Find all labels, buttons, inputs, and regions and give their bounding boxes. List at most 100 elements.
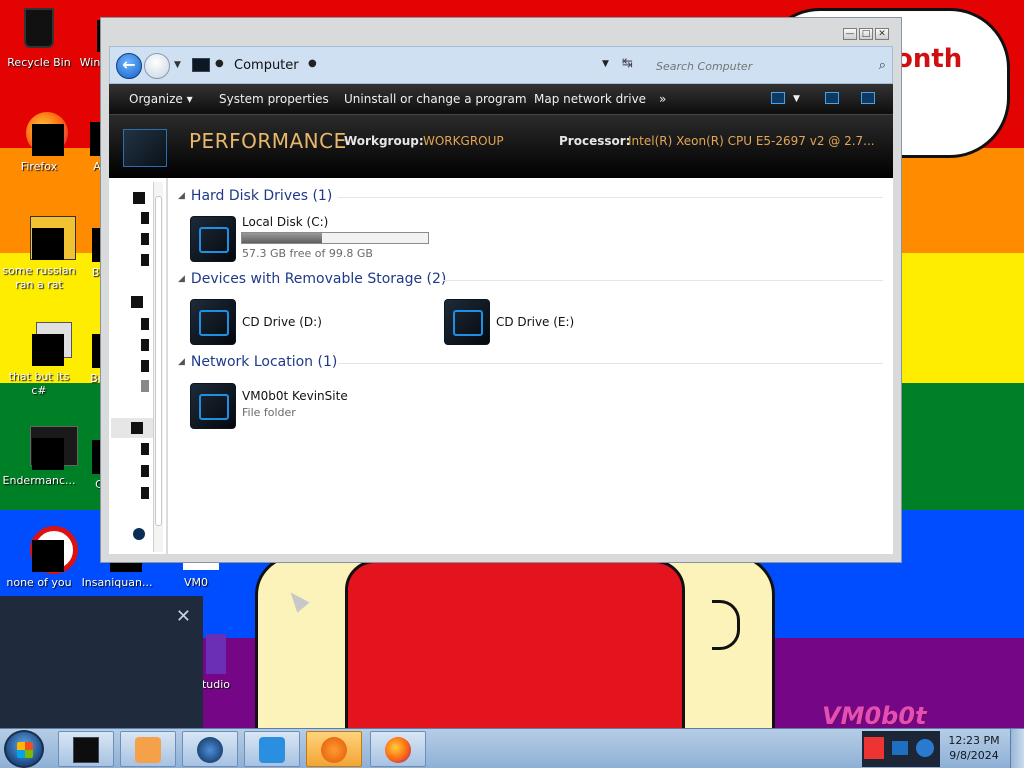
nav-item-icon[interactable] (141, 318, 149, 330)
tray-app-icon[interactable] (864, 737, 884, 759)
notification-close-button[interactable]: ✕ (176, 606, 191, 627)
group-header-network-location[interactable]: ◢ Network Location (1) (178, 354, 337, 370)
change-view-icon[interactable] (771, 92, 785, 104)
nav-item-icon[interactable] (141, 487, 149, 499)
desktop-icon-label: Endermanc... (2, 474, 76, 487)
collapse-arrow-icon[interactable]: ◢ (178, 274, 185, 284)
organize-button[interactable]: Organize ▾ (119, 84, 203, 114)
nav-item-icon[interactable] (141, 233, 149, 245)
navigation-pane (109, 178, 167, 554)
desktop-icon-recycle-bin[interactable]: Recycle Bin (0, 6, 78, 70)
taskbar-avast[interactable] (306, 731, 362, 767)
nav-item-computer-selected[interactable] (111, 418, 153, 438)
breadcrumb-computer[interactable]: Computer (234, 58, 299, 73)
group-header-label: Devices with Removable Storage (2) (190, 271, 447, 287)
clock[interactable]: 12:23 PM 9/8/2024 (942, 733, 1006, 763)
processor-label: Processor: (559, 134, 631, 148)
address-dropdown-chevron-icon[interactable]: ▼ (602, 59, 609, 69)
computer-icon (131, 422, 143, 434)
cd-drive-icon (444, 299, 490, 345)
drive-name[interactable]: Local Disk (C:) (242, 215, 328, 229)
group-header-hard-disk-drives[interactable]: ◢ Hard Disk Drives (1) (178, 188, 332, 204)
preview-pane-icon[interactable] (825, 92, 839, 104)
back-button[interactable]: ← (116, 53, 142, 79)
title-bar[interactable]: — □ ✕ (101, 18, 901, 46)
nav-item-icon[interactable] (141, 254, 149, 266)
volume-tray-icon[interactable] (916, 739, 934, 757)
uninstall-program-button[interactable]: Uninstall or change a program (334, 84, 537, 114)
group-header-label: Hard Disk Drives (1) (190, 188, 333, 204)
system-properties-button[interactable]: System properties (209, 84, 339, 114)
file-list: ◢ Hard Disk Drives (1) Local Disk (C:) 57… (168, 178, 893, 554)
cd-drive-icon (190, 299, 236, 345)
visual-studio-icon (206, 634, 226, 674)
nav-item-icon[interactable] (141, 212, 149, 224)
nav-item-icon[interactable] (141, 465, 149, 477)
taskbar-explorer[interactable] (58, 731, 114, 767)
maximize-button[interactable]: □ (859, 28, 873, 40)
refresh-icon[interactable]: ↹ (622, 56, 633, 71)
network-location-name[interactable]: VM0b0t KevinSite (242, 389, 348, 403)
show-desktop-button[interactable] (1010, 729, 1024, 768)
map-network-drive-button[interactable]: Map network drive (524, 84, 656, 114)
media-player-icon (135, 737, 161, 763)
computer-name: PERFORMANCE (189, 129, 347, 153)
search-input[interactable] (656, 56, 866, 76)
favorites-icon[interactable] (133, 192, 145, 204)
drive-name[interactable]: CD Drive (E:) (496, 315, 574, 329)
network-icon[interactable] (133, 528, 145, 540)
desktop-icon-enderman[interactable]: Endermanc... (0, 424, 78, 488)
taskbar-globe[interactable] (182, 731, 238, 767)
recycle-bin-icon (16, 6, 62, 52)
search-icon[interactable]: ⌕ (879, 58, 886, 73)
desktop-icon-label: Insaniquan... (81, 576, 153, 589)
close-button[interactable]: ✕ (875, 28, 889, 40)
taskbar-search-app[interactable] (244, 731, 300, 767)
none-of-you-icon (16, 526, 78, 574)
more-commands-button[interactable]: » (649, 84, 676, 114)
group-divider (338, 197, 883, 198)
forward-button[interactable] (144, 53, 170, 79)
nav-item-icon[interactable] (141, 339, 149, 351)
view-options-chevron-icon[interactable]: ▼ (787, 84, 806, 114)
explorer-icon (73, 737, 99, 763)
computer-icon (123, 129, 167, 167)
desktop-icon-csharp[interactable]: that but its c# (0, 320, 78, 398)
desktop-icon-firefox[interactable]: Firefox (0, 110, 78, 174)
firefox-icon (385, 737, 411, 763)
drive-name[interactable]: CD Drive (D:) (242, 315, 322, 329)
disk-usage-bar (241, 232, 429, 244)
computer-icon (192, 58, 210, 72)
speech-bubble-text: onth (895, 44, 963, 74)
magnifier-icon (259, 737, 285, 763)
desktop-icon-none-of-you[interactable]: none of you (0, 526, 78, 590)
breadcrumb-separator-icon[interactable]: ● (308, 58, 317, 69)
network-tray-icon[interactable] (892, 741, 908, 755)
scrollbar-thumb[interactable] (155, 196, 162, 526)
search-box: ⌕ (650, 53, 890, 79)
clock-date: 9/8/2024 (949, 749, 999, 762)
nav-pane-scrollbar[interactable] (153, 182, 163, 552)
disk-usage-fill (242, 233, 322, 243)
help-icon[interactable] (861, 92, 875, 104)
desktop-icon-russian-rat[interactable]: some russian ran a rat (0, 214, 78, 292)
collapse-arrow-icon[interactable]: ◢ (178, 191, 185, 201)
libraries-icon[interactable] (131, 296, 143, 308)
network-folder-icon (190, 383, 236, 429)
taskbar-firefox[interactable] (370, 731, 426, 767)
group-header-removable-storage[interactable]: ◢ Devices with Removable Storage (2) (178, 271, 446, 287)
start-button[interactable] (4, 730, 44, 768)
hard-drive-icon (190, 216, 236, 262)
system-tray (862, 731, 940, 767)
taskbar-media-player[interactable] (120, 731, 176, 767)
address-bar: ← ▼ ● Computer ● ▼ ↹ ⌕ (109, 46, 893, 84)
nav-item-icon[interactable] (141, 360, 149, 372)
nav-item-icon[interactable] (141, 380, 149, 392)
breadcrumb-separator-icon[interactable]: ● (215, 58, 224, 69)
recent-pages-chevron-icon[interactable]: ▼ (174, 60, 181, 70)
desktop-icon-label: some russian ran a rat (2, 264, 76, 291)
nav-item-icon[interactable] (141, 443, 149, 455)
collapse-arrow-icon[interactable]: ◢ (178, 357, 185, 367)
minimize-button[interactable]: — (843, 28, 857, 40)
windows-logo-icon (17, 742, 33, 758)
